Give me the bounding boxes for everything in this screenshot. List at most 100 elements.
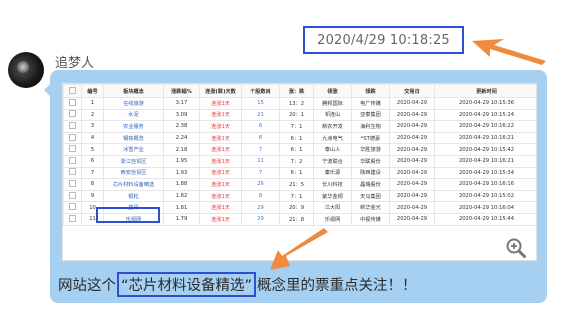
table-cell: 3.17 xyxy=(163,97,200,110)
table-cell: 2020-04-29 10:16:22 xyxy=(434,120,536,133)
table-row[interactable]: 8 芯片材料设备精选 1.88 连涨1天 26 21：5 长川科技 晶瑞股份 2020-04-2… xyxy=(63,178,536,191)
table-header-cell[interactable]: 涨跌幅% xyxy=(163,84,200,98)
table-cell: 长川科技 xyxy=(313,178,352,191)
table-cell: 21 xyxy=(241,108,280,122)
table-header-cell: 交易日 xyxy=(389,84,435,98)
table-row[interactable]: 4 钢铁概念 2.24 连涨1天 6 6：1 九洲电气 *ST德豪 2020-04-29 2020… xyxy=(63,131,536,145)
table-cell: 连涨1天 xyxy=(199,97,242,110)
highlight-box xyxy=(96,207,160,223)
table-header-cell[interactable]: 板块概念 xyxy=(103,84,164,98)
table-cell[interactable]: 水泥 xyxy=(103,108,164,122)
row-checkbox[interactable] xyxy=(63,201,82,214)
table-cell: 3 xyxy=(81,120,104,133)
table-row[interactable]: 6 浙江自贸区 1.95 连涨1天 11 7：2 宁波联合 华联股份 2020-04-29 202… xyxy=(63,154,536,168)
table-cell[interactable]: 钢铁概念 xyxy=(103,131,164,145)
row-checkbox[interactable] xyxy=(63,108,82,122)
caption-before: 网站这个 xyxy=(58,278,116,294)
table-cell: 晶瑞股份 xyxy=(351,178,390,191)
table-header-cell: 领跌 xyxy=(351,84,390,98)
caption-after: 概念里的票重点关注！！ xyxy=(257,278,417,294)
table-cell[interactable]: 冰雪产业 xyxy=(103,143,164,156)
table-cell[interactable]: 芯片材料设备精选 xyxy=(103,178,164,191)
table-cell: 新农开发 xyxy=(313,120,352,133)
table-cell: 连涨1天 xyxy=(199,178,242,191)
table-header-cell: 领涨 xyxy=(313,84,352,98)
table-cell[interactable]: 在线旅游 xyxy=(103,97,164,110)
table-cell: 华联股份 xyxy=(351,154,390,168)
table-cell: 7：1 xyxy=(279,120,314,133)
row-checkbox[interactable] xyxy=(63,143,82,156)
table-cell: 乐视网 xyxy=(313,212,352,226)
table-cell: 7：2 xyxy=(279,154,314,168)
header-checkbox[interactable] xyxy=(63,84,82,98)
row-checkbox[interactable] xyxy=(63,189,82,203)
table-cell[interactable]: 浙江自贸区 xyxy=(103,154,164,168)
table-row[interactable]: 7 西安自贸区 1.93 连涨1天 7 6：1 秦乐源 陕西建设 2020-04-29 2020-… xyxy=(63,166,536,180)
table-cell: 4 xyxy=(81,131,104,145)
table-cell: 连涨1天 xyxy=(199,201,242,214)
table-cell: 九洲电气 xyxy=(313,131,352,145)
table-cell: 祁连山 xyxy=(313,108,352,122)
row-checkbox[interactable] xyxy=(63,120,82,133)
table-row[interactable]: 3 农业服务 2.38 连涨1天 6 7：1 新农开发 海利生物 2020-04-29 2020-… xyxy=(63,120,536,133)
table-header-cell: 编号 xyxy=(81,84,104,98)
table-cell[interactable]: 西安自贸区 xyxy=(103,166,164,180)
table-cell: 7 xyxy=(241,166,280,180)
table-cell: 2020-04-29 10:15:36 xyxy=(434,97,536,110)
table-cell: 21：5 xyxy=(279,178,314,191)
table-cell: 6 xyxy=(241,131,280,145)
row-checkbox[interactable] xyxy=(63,97,82,110)
row-checkbox[interactable] xyxy=(63,178,82,191)
pointer-arrow-icon xyxy=(472,39,546,65)
table-cell: 8 xyxy=(81,178,104,191)
table-header-row: 编号 板块概念 涨跌幅% 连涨(跌)天数 个股数目 涨：跌 领涨 领跌 交易日 … xyxy=(63,84,536,98)
table-cell: 20：1 xyxy=(279,108,314,122)
table-header-cell[interactable]: 个股数目 xyxy=(241,84,280,98)
table-cell: 7 xyxy=(241,143,280,156)
table-cell: 29 xyxy=(241,212,280,226)
table-cell: 7：1 xyxy=(279,189,314,203)
table-cell: 电广传媒 xyxy=(351,97,390,110)
table-row[interactable]: 1 在线旅游 3.17 连涨1天 15 13：2 腾邦国际 电广传媒 2020-04-29 202… xyxy=(63,97,536,110)
concept-table: 编号 板块概念 涨跌幅% 连涨(跌)天数 个股数目 涨：跌 领涨 领跌 交易日 … xyxy=(63,84,536,226)
avatar[interactable] xyxy=(8,52,44,88)
table-cell: 泰山人 xyxy=(313,143,352,156)
row-checkbox[interactable] xyxy=(63,131,82,145)
zoom-in-icon[interactable] xyxy=(506,238,526,258)
table-cell: 2020-04-29 xyxy=(389,97,435,110)
table-cell: 2020-04-29 10:15:02 xyxy=(434,189,536,203)
table-cell: 秦乐源 xyxy=(313,166,352,180)
table-cell: 2020-04-29 xyxy=(389,120,435,133)
table-cell: 2020-04-29 10:16:04 xyxy=(434,201,536,214)
table-header-cell[interactable]: 连涨(跌)天数 xyxy=(199,84,242,98)
table-cell: 2020-04-29 10:16:21 xyxy=(434,131,536,145)
table-cell[interactable]: 铜粒 xyxy=(103,189,164,203)
row-checkbox[interactable] xyxy=(63,212,82,226)
table-cell: 3.09 xyxy=(163,108,200,122)
table-cell: 11 xyxy=(241,154,280,168)
table-cell: 2020-04-29 10:15:44 xyxy=(434,212,536,226)
table-cell: 1.81 xyxy=(163,201,200,214)
table-cell: 2020-04-29 xyxy=(389,201,435,214)
table-cell: 连涨1天 xyxy=(199,154,242,168)
table-cell: 中视传媒 xyxy=(351,212,390,226)
table-cell[interactable]: 农业服务 xyxy=(103,120,164,133)
table-cell: 2020-04-29 xyxy=(389,154,435,168)
table-cell: 2020-04-29 xyxy=(389,108,435,122)
row-checkbox[interactable] xyxy=(63,154,82,168)
table-header-cell: 更新时间 xyxy=(434,84,536,98)
table-cell: 宁波联合 xyxy=(313,154,352,168)
table-header-cell[interactable]: 涨：跌 xyxy=(279,84,314,98)
table-cell: 华胜旅游 xyxy=(351,143,390,156)
table-cell: 新华金光 xyxy=(351,201,390,214)
table-cell: 1.82 xyxy=(163,189,200,203)
table-row[interactable]: 2 水泥 3.09 连涨1天 21 20：1 祁连山 亚泰集团 2020-04-29 2020-0… xyxy=(63,108,536,122)
table-row[interactable]: 9 铜粒 1.82 连涨1天 8 7：1 紫华金铜 天马集团 2020-04-29 2020-04… xyxy=(63,189,536,203)
row-checkbox[interactable] xyxy=(63,166,82,180)
table-cell: 6 xyxy=(241,120,280,133)
table-row[interactable]: 5 冰雪产业 2.18 连涨1天 7 6：1 泰山人 华胜旅游 2020-04-29 2020-0… xyxy=(63,143,536,156)
table-cell: 连涨1天 xyxy=(199,166,242,180)
table-cell: *ST德豪 xyxy=(351,131,390,145)
table-cell: 紫华金铜 xyxy=(313,189,352,203)
table-cell: 6：1 xyxy=(279,166,314,180)
